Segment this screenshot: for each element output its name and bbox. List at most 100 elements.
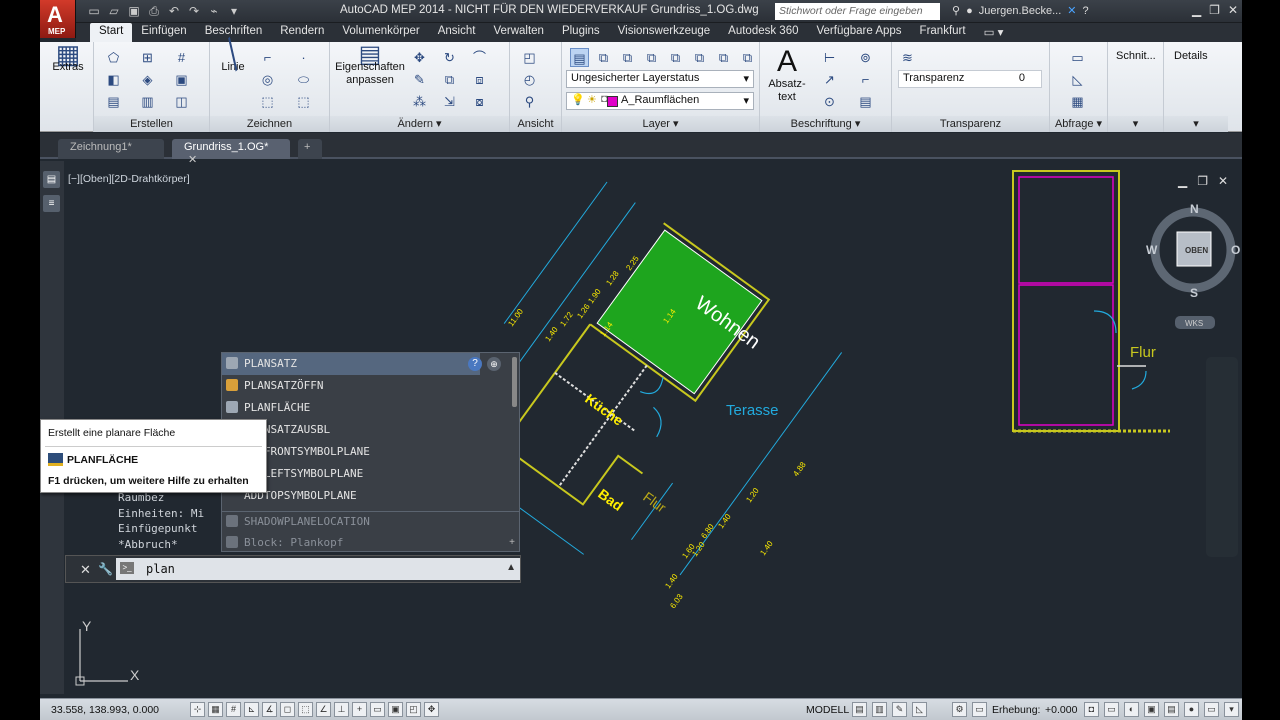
region-icon[interactable]: ⬚ — [294, 92, 313, 111]
room-wohnen-fill[interactable] — [596, 229, 763, 395]
restore-icon[interactable]: ❐ — [1209, 3, 1220, 17]
layer-tool4-icon[interactable]: ⧉ — [666, 48, 685, 67]
lock-icon[interactable]: ◘ — [1084, 702, 1099, 717]
web-search-icon[interactable]: ⊕ — [487, 357, 501, 371]
quickprops-icon[interactable]: ◰ — [406, 702, 421, 717]
prompt-icon[interactable]: >_ — [120, 562, 134, 574]
units-icon[interactable]: ▤ — [1164, 702, 1179, 717]
view-cube[interactable]: OBEN N S W O WKS — [1146, 202, 1240, 329]
autocomplete-item[interactable]: Block: Plankopf — [222, 532, 508, 554]
rotate-icon[interactable]: ↻ — [440, 48, 459, 67]
lineweight-icon[interactable]: ▭ — [370, 702, 385, 717]
elevation-icon[interactable]: ▭ — [972, 702, 987, 717]
tab-apps[interactable]: Verfügbare Apps — [808, 23, 911, 42]
area-icon[interactable]: ◺ — [1068, 70, 1087, 89]
wrench-icon[interactable]: 🔧 — [98, 562, 113, 576]
vp-minimize-icon[interactable]: ▁ — [1178, 174, 1187, 188]
chevron-up-icon[interactable]: ▲ — [506, 562, 516, 573]
tab-ansicht[interactable]: Ansicht — [429, 23, 485, 42]
exchange-icon[interactable]: ✕ — [1067, 4, 1076, 17]
layer-tool2-icon[interactable]: ⧉ — [618, 48, 637, 67]
search-input[interactable]: Stichwort oder Frage eingeben — [775, 3, 940, 20]
close-icon[interactable]: ✕ — [1228, 3, 1238, 17]
tab-visionswerkzeuge[interactable]: Visionswerkzeuge — [609, 23, 719, 42]
layer-properties-icon[interactable]: ▤ — [570, 48, 589, 67]
new-tab-icon[interactable]: + — [298, 139, 322, 159]
doc-tab-grundriss[interactable]: Grundriss_1.OG* ✕ — [172, 139, 290, 166]
hardware-icon[interactable]: ▭ — [1104, 702, 1119, 717]
polyline-icon[interactable]: ⌐ — [258, 48, 277, 67]
grid-icon[interactable]: # — [226, 702, 241, 717]
ellipse-icon[interactable]: ⬭ — [294, 70, 313, 89]
autocomplete-item[interactable]: PLANSATZÖFFN — [222, 375, 508, 397]
properties-button[interactable]: ▤ Eigenschaften anpassen — [334, 43, 406, 87]
tab-plugins[interactable]: Plugins — [553, 23, 609, 42]
layer-tool3-icon[interactable]: ⧉ — [642, 48, 661, 67]
quickview-icon[interactable]: ▥ — [872, 702, 887, 717]
vp-close-icon[interactable]: ✕ — [1218, 174, 1228, 188]
model-space-toggle[interactable]: MODELL — [806, 704, 849, 716]
line-button[interactable]: ╱ Linie — [212, 38, 254, 74]
block-icon[interactable]: ▥ — [138, 92, 157, 111]
annotation-icon[interactable]: ✎ — [892, 702, 907, 717]
layer-tool6-icon[interactable]: ⧉ — [714, 48, 733, 67]
calculator-icon[interactable]: ▦ — [1068, 92, 1087, 111]
transparency-stack-icon[interactable]: ≋ — [898, 48, 917, 67]
layer-label[interactable]: Layer ▾ — [562, 116, 759, 132]
new-file-icon[interactable]: ▭ — [86, 3, 102, 19]
autocomplete-item[interactable]: PLANSATZ — [222, 353, 480, 375]
window-icon[interactable]: ▣ — [172, 70, 191, 89]
layers-icon[interactable]: ≡ — [43, 195, 60, 212]
extras-button[interactable]: ▦ Extras — [48, 41, 88, 74]
layer-state-dropdown[interactable]: Ungesicherter Layerstatus ▾ — [566, 70, 754, 88]
ortho-icon[interactable]: ⊾ — [244, 702, 259, 717]
leader-icon[interactable]: ⊚ — [856, 48, 875, 67]
array-icon[interactable]: ⁂ — [410, 92, 429, 111]
hatch-icon[interactable]: ◈ — [138, 70, 157, 89]
layer-tool7-icon[interactable]: ⧉ — [738, 48, 757, 67]
layout-icon[interactable]: ▤ — [852, 702, 867, 717]
cleanscreen-icon[interactable]: ▭ — [1204, 702, 1219, 717]
wall-icon[interactable]: ⊞ — [138, 48, 157, 67]
close-icon[interactable]: ✕ — [80, 562, 91, 578]
doc-tab-zeichnung1[interactable]: Zeichnung1* — [58, 139, 164, 159]
move-icon[interactable]: ✥ — [410, 48, 429, 67]
autocomplete-item[interactable]: SHADOWPLANELOCATION — [222, 511, 508, 533]
orbit-icon[interactable]: ◴ — [520, 70, 539, 89]
abfrage-label[interactable]: Abfrage ▾ — [1050, 116, 1107, 132]
tab-start[interactable]: Start — [90, 23, 133, 42]
tab-beschriften[interactable]: Beschriften — [196, 23, 272, 42]
match-icon[interactable]: ⌁ — [206, 3, 222, 19]
bulb-icon[interactable]: ● — [1184, 702, 1199, 717]
tab-autodesk360[interactable]: Autodesk 360 — [719, 23, 807, 42]
table-icon[interactable]: ▤ — [104, 92, 123, 111]
expand-icon[interactable]: + — [509, 537, 515, 548]
selcycling-icon[interactable]: ✥ — [424, 702, 439, 717]
help-icon[interactable]: ? — [468, 357, 482, 371]
table-icon[interactable]: ⌐ — [856, 70, 875, 89]
multileader-icon[interactable]: ↗ — [820, 70, 839, 89]
polar-icon[interactable]: ∡ — [262, 702, 277, 717]
undo-icon[interactable]: ↶ — [166, 3, 182, 19]
autocomplete-item[interactable]: PLANFLÄCHE — [222, 397, 508, 419]
shape-icon[interactable]: ◫ — [172, 92, 191, 111]
help-icon[interactable]: ? — [1083, 5, 1089, 17]
dimension-icon[interactable]: ⊢ — [820, 48, 839, 67]
layer-dropdown[interactable]: 💡 ☀ ◘ A_Raumflächen ▾ — [566, 92, 754, 110]
transparency-input[interactable]: Transparenz 0 — [898, 70, 1042, 88]
stretch-icon[interactable]: ⇲ — [440, 92, 459, 111]
tab-verwalten[interactable]: Verwalten — [484, 23, 553, 42]
details-expand-icon[interactable]: ▾ — [1164, 116, 1228, 132]
ducs-icon[interactable]: ⊥ — [334, 702, 349, 717]
save-icon[interactable]: ▣ — [126, 3, 142, 19]
settings-icon[interactable]: ⚙ — [952, 702, 967, 717]
circle-icon[interactable]: ◎ — [258, 70, 277, 89]
layer-tool1-icon[interactable]: ⧉ — [594, 48, 613, 67]
print-icon[interactable]: ⎙ — [146, 3, 162, 19]
palette-icon[interactable]: ▤ — [43, 171, 60, 188]
otrack-icon[interactable]: ∠ — [316, 702, 331, 717]
aendern-label[interactable]: Ändern ▾ — [330, 116, 509, 132]
offset-icon[interactable]: ⧇ — [470, 92, 489, 111]
tab-einfuegen[interactable]: Einfügen — [132, 23, 195, 42]
navigation-bar[interactable] — [1206, 357, 1238, 557]
